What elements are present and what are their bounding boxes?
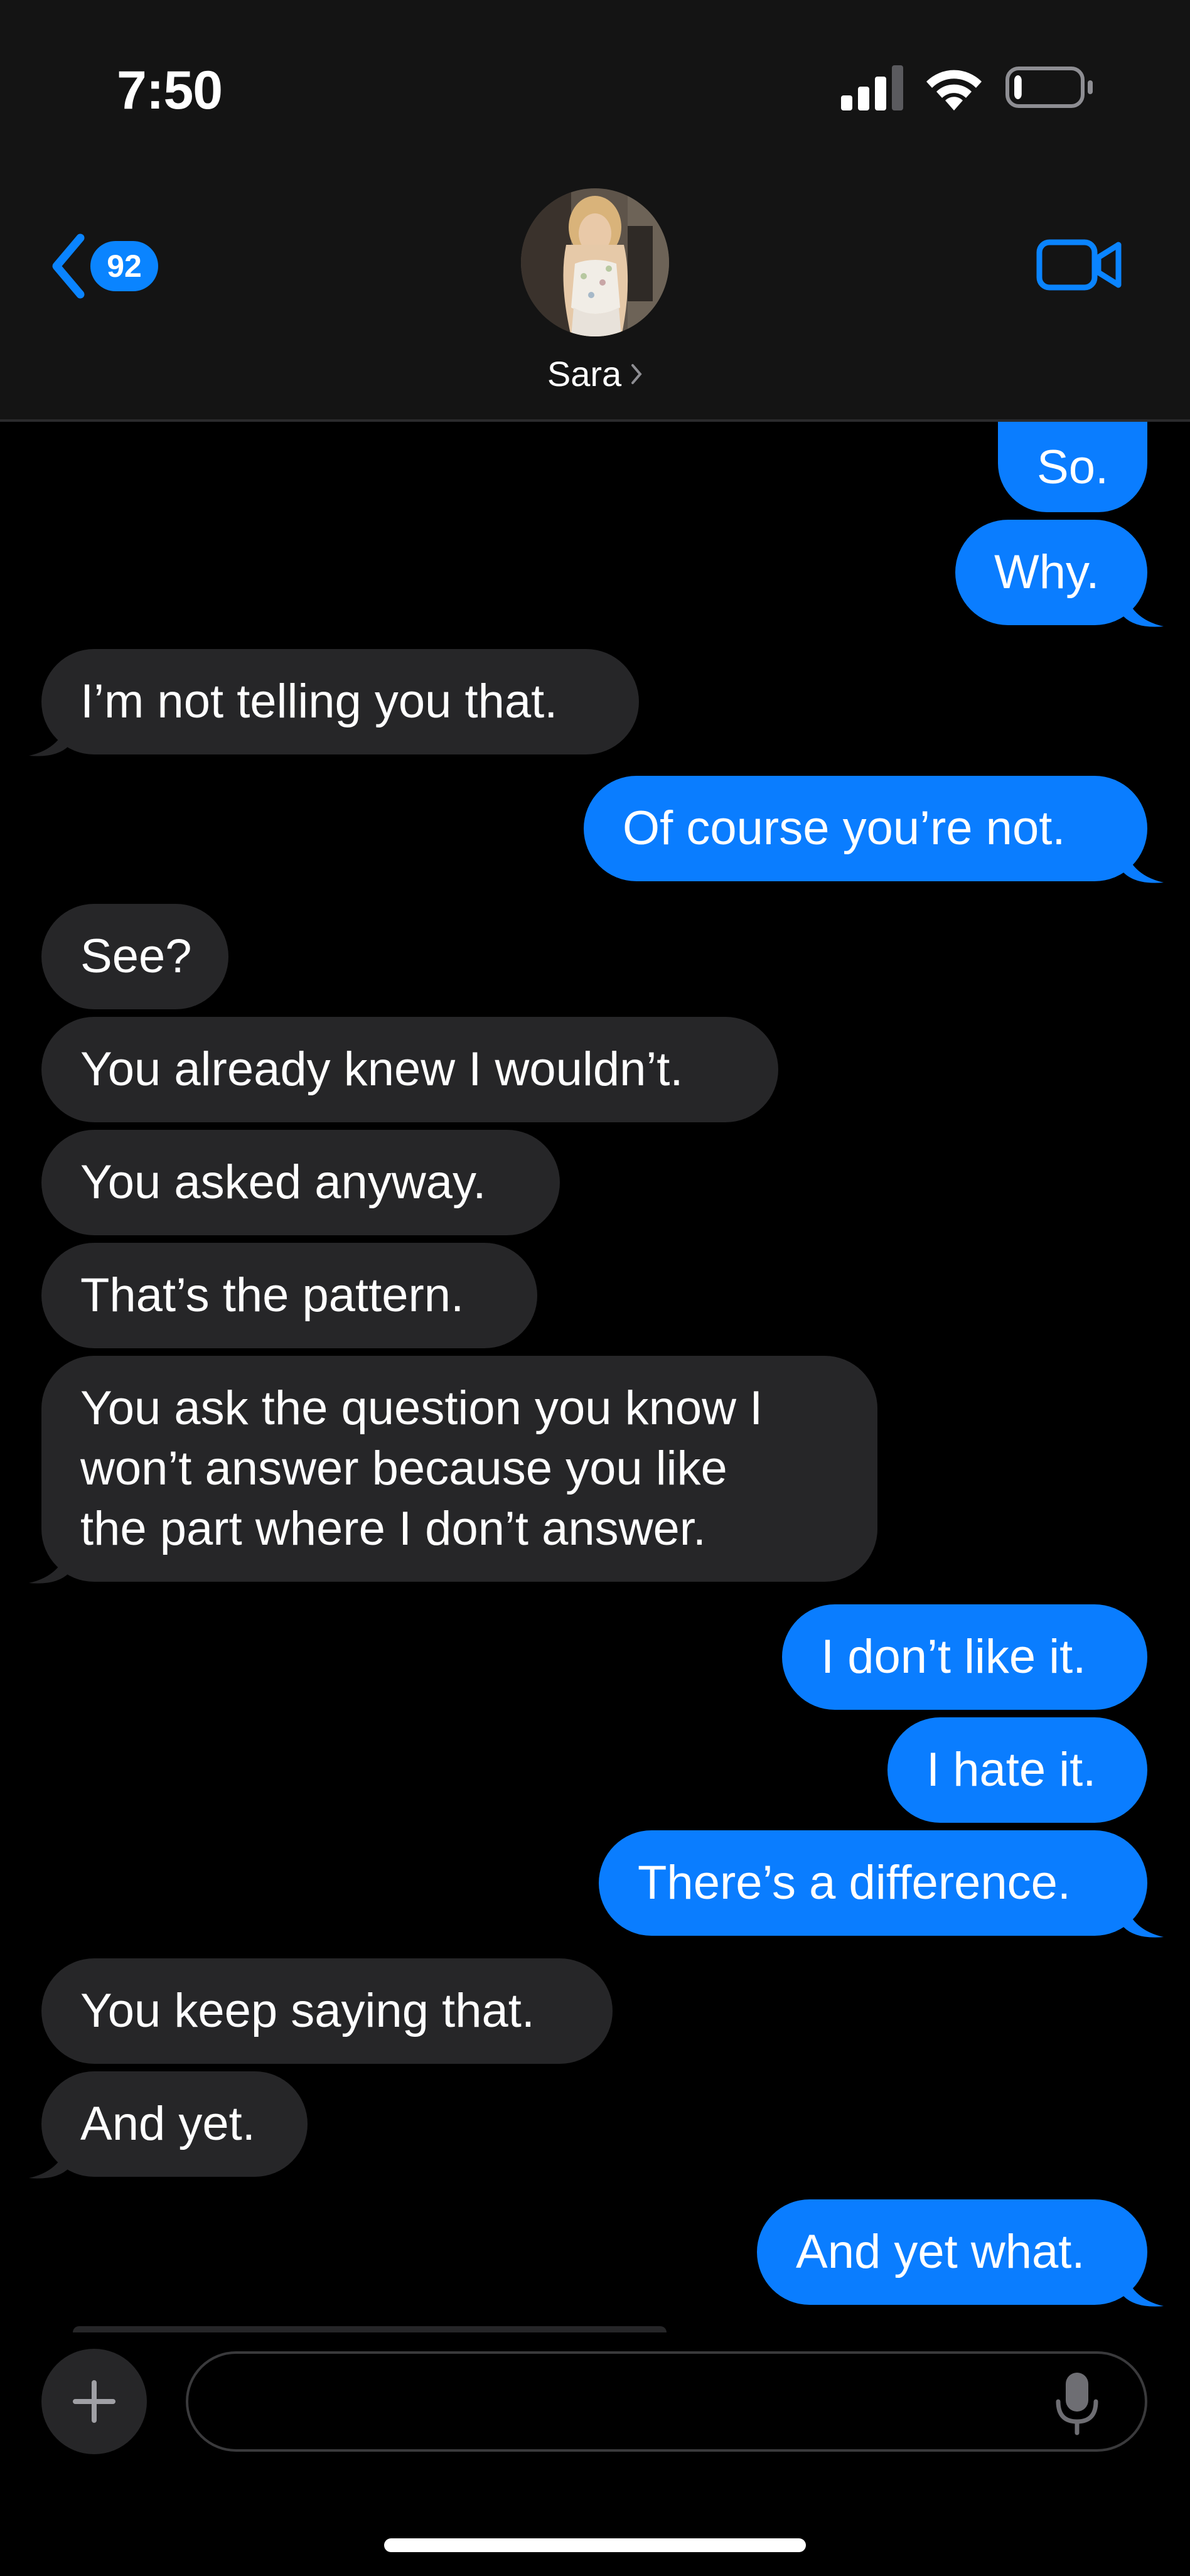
message-received[interactable]: And yet. (41, 2071, 308, 2177)
bubble-tail (29, 2139, 69, 2179)
chevron-right-icon (631, 364, 642, 384)
message-received[interactable]: You already knew I wouldn’t. (41, 1017, 778, 1122)
message-sent[interactable]: Why. (955, 520, 1147, 625)
back-button[interactable]: 92 (49, 228, 174, 304)
battery-low-icon (1005, 67, 1093, 108)
message-sent[interactable]: I don’t like it. (782, 1604, 1147, 1710)
bubble-tail (1123, 2267, 1164, 2307)
home-indicator[interactable] (384, 2538, 806, 2552)
chevron-left-icon (52, 233, 85, 299)
plus-icon (73, 2380, 115, 2423)
message-received-partial (73, 2326, 667, 2332)
message-received[interactable]: You asked anyway. (41, 1130, 560, 1235)
plus-button[interactable] (41, 2349, 147, 2454)
message-input[interactable] (220, 2373, 1038, 2432)
bubble-tail (1123, 844, 1164, 883)
signal-bars-icon (841, 65, 903, 110)
message-input-field[interactable] (186, 2351, 1147, 2452)
conversation-header: 7:50 92 Sara (0, 0, 1190, 422)
bubble-tail (29, 717, 69, 756)
wifi-icon (926, 70, 982, 110)
status-time: 7:50 (117, 60, 223, 121)
message-received[interactable]: See? (41, 904, 228, 1009)
message-received[interactable]: That’s the pattern. (41, 1243, 537, 1348)
bubble-tail (29, 1544, 69, 1584)
bubble-tail (1123, 1898, 1164, 1938)
message-sent[interactable]: And yet what. (757, 2199, 1147, 2305)
message-sent[interactable]: So. (998, 414, 1147, 512)
contact-avatar[interactable] (521, 188, 669, 336)
message-received[interactable]: You ask the question you know I won’t an… (41, 1356, 877, 1582)
message-sent[interactable]: I hate it. (887, 1717, 1147, 1823)
message-received[interactable]: I’m not telling you that. (41, 649, 639, 754)
video-camera-icon[interactable] (1036, 233, 1123, 296)
contact-name-button[interactable]: Sara (469, 349, 721, 399)
bubble-tail (1123, 588, 1164, 627)
contact-name: Sara (547, 354, 622, 394)
unread-count-badge: 92 (90, 241, 158, 291)
microphone-icon[interactable] (1054, 2370, 1100, 2435)
message-sent[interactable]: Of course you’re not. (584, 776, 1147, 881)
message-received[interactable]: You keep saying that. (41, 1958, 613, 2064)
message-sent[interactable]: There’s a difference. (599, 1830, 1147, 1936)
